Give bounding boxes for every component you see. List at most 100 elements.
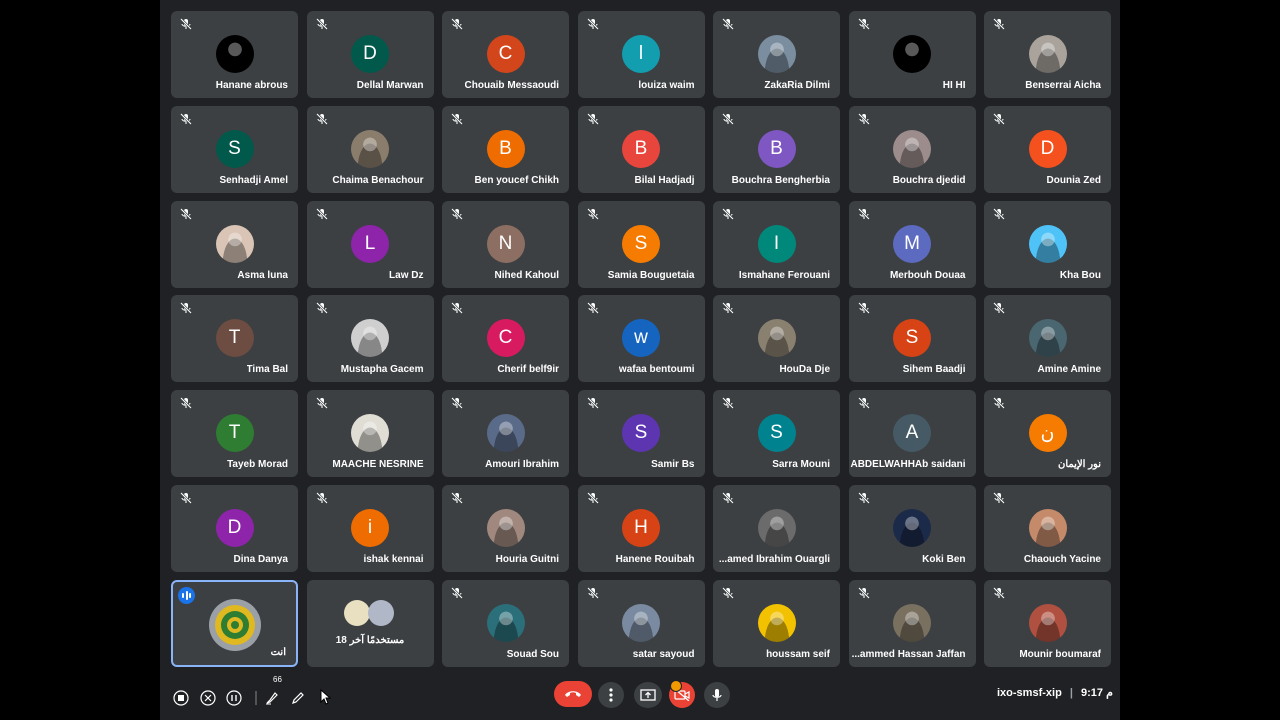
participant-name: Ismahane Ferouani [738,269,830,281]
mic-off-icon [179,491,193,505]
participant-name: نور الإيمان [1058,459,1101,471]
participant-tile[interactable]: w wafaa bentoumi [577,295,705,383]
avatar: B [486,129,525,168]
participant-tile[interactable]: Kha Bou [984,200,1111,288]
participant-tile[interactable]: Chaouch Yacine [984,484,1111,572]
pen-icon[interactable] [290,690,306,706]
participant-name: Dina Danya [233,553,288,565]
mic-toggle-button[interactable] [704,682,730,708]
participant-tile[interactable]: Chaima Benachour [306,105,434,193]
avatar: S [622,414,660,453]
others-tile[interactable]: 18 مستخدمًا آخر [306,579,434,667]
avatar: D [1028,129,1067,168]
self-tile[interactable]: أنت [171,579,298,667]
mic-off-icon [586,396,600,410]
participant-tile[interactable]: Mounir boumaraf [984,579,1111,667]
participant-tile[interactable]: D Dellal Marwan [306,11,434,98]
participant-tile[interactable]: S Samir Bs [577,390,705,478]
avatar: A [893,414,931,453]
participant-name: houssam seif [766,648,830,660]
participant-tile[interactable]: HI HI [848,11,976,98]
participant-tile[interactable]: satar sayoud [577,579,705,667]
participant-tile[interactable]: i ishak kennai [306,484,434,572]
participant-tile[interactable]: S Senhadji Amel [171,105,298,193]
participant-name: HouDa Dje [779,364,830,376]
participant-tile[interactable]: Hanane abrous [171,11,298,98]
participant-tile[interactable]: MAACHE NESRINE [306,390,434,478]
participant-tile[interactable]: B Ben youcef Chikh [442,105,569,193]
stop-icon[interactable] [173,690,189,706]
mic-off-icon [721,396,735,410]
participant-name: Sihem Baadji [902,364,966,376]
participant-tile[interactable]: T Tima Bal [171,295,298,383]
avatar [757,35,796,73]
participant-tile[interactable]: L Law Dz [306,200,434,288]
avatar [1028,508,1067,547]
participant-name: Tayeb Morad [227,459,288,471]
participant-tile[interactable]: houssam seif [713,579,840,667]
participant-tile[interactable]: B Bilal Hadjadj [577,105,705,193]
avatar: H [622,508,660,547]
more-options-button[interactable] [598,682,624,708]
notification-badge [670,680,682,692]
close-icon[interactable] [200,690,216,706]
mic-off-icon [992,112,1006,126]
separator: | [1069,687,1073,699]
participant-name: ...ammed Hassan Jaffan [851,648,966,660]
participant-tile[interactable]: I Ismahane Ferouani [713,200,840,288]
present-button[interactable] [634,682,662,708]
mic-off-icon [450,207,464,221]
participant-tile[interactable]: ...amed Ibrahim Ouargli [713,484,840,572]
participant-tile[interactable]: HouDa Dje [713,295,840,383]
pause-icon[interactable] [226,690,242,706]
participant-name: ...amed Ibrahim Ouargli [718,553,830,565]
participant-tile[interactable]: Benserrai Aicha [984,11,1111,98]
mic-off-icon [315,112,329,126]
participant-tile[interactable]: M Merbouh Douaa [848,200,976,288]
participant-tile[interactable]: ن نور الإيمان [984,390,1111,478]
participant-tile[interactable]: Houria Guitni [442,484,569,572]
avatar [343,599,370,626]
avatar [893,603,931,642]
participant-tile[interactable]: S Samia Bouguetaia [577,200,705,288]
avatar [351,414,389,453]
participant-name: Tima Bal [246,364,289,376]
participant-tile[interactable]: S Sarra Mouni [713,390,840,478]
participant-tile[interactable]: H Hanene Rouibah [577,484,705,572]
participant-tile[interactable]: Koki Ben [848,484,976,572]
participant-tile[interactable]: C Cherif belf9ir [442,295,569,383]
avatar [757,319,796,358]
avatar: S [893,319,931,358]
mic-off-icon [586,112,600,126]
avatar [208,598,261,651]
participant-tile[interactable]: ...ammed Hassan Jaffan [848,579,976,667]
highlighter-icon[interactable] [264,690,280,706]
end-call-button[interactable] [554,681,592,707]
mic-off-icon [450,586,464,600]
participant-tile[interactable]: D Dounia Zed [984,105,1111,193]
participant-tile[interactable]: S Sihem Baadji [848,295,976,383]
participant-tile[interactable]: D Dina Danya [171,484,298,572]
participant-name: Chaouch Yacine [1023,553,1101,565]
participant-tile[interactable]: Asma luna [171,200,298,288]
mic-off-icon [450,491,464,505]
avatar: L [351,224,389,263]
participant-tile[interactable]: T Tayeb Morad [171,390,298,478]
participant-tile[interactable]: Mustapha Gacem [306,295,434,383]
participant-tile[interactable]: Amine Amine [984,295,1111,383]
mic-off-icon [857,586,871,600]
participant-tile[interactable]: B Bouchra Bengherbia [713,105,840,193]
participant-name: wafaa bentoumi [618,364,695,376]
participant-tile[interactable]: Souad Sou [442,579,569,667]
participant-tile[interactable]: ZakaRia Dilmi [713,11,840,98]
mic-off-icon [315,491,329,505]
participant-tile[interactable]: Amouri Ibrahim [442,390,569,478]
participant-tile[interactable]: Bouchra djedid [848,105,976,193]
participant-tile[interactable]: N Nihed Kahoul [442,200,569,288]
participant-tile[interactable]: C Chouaib Messaoudi [442,11,569,98]
participant-name: Koki Ben [922,553,966,565]
participant-tile[interactable]: l louiza waim [577,11,705,98]
participant-tile[interactable]: A ABDELWAHHAb saidani [848,390,976,478]
participant-name: Chouaib Messaoudi [464,80,559,91]
mic-off-icon [315,207,329,221]
